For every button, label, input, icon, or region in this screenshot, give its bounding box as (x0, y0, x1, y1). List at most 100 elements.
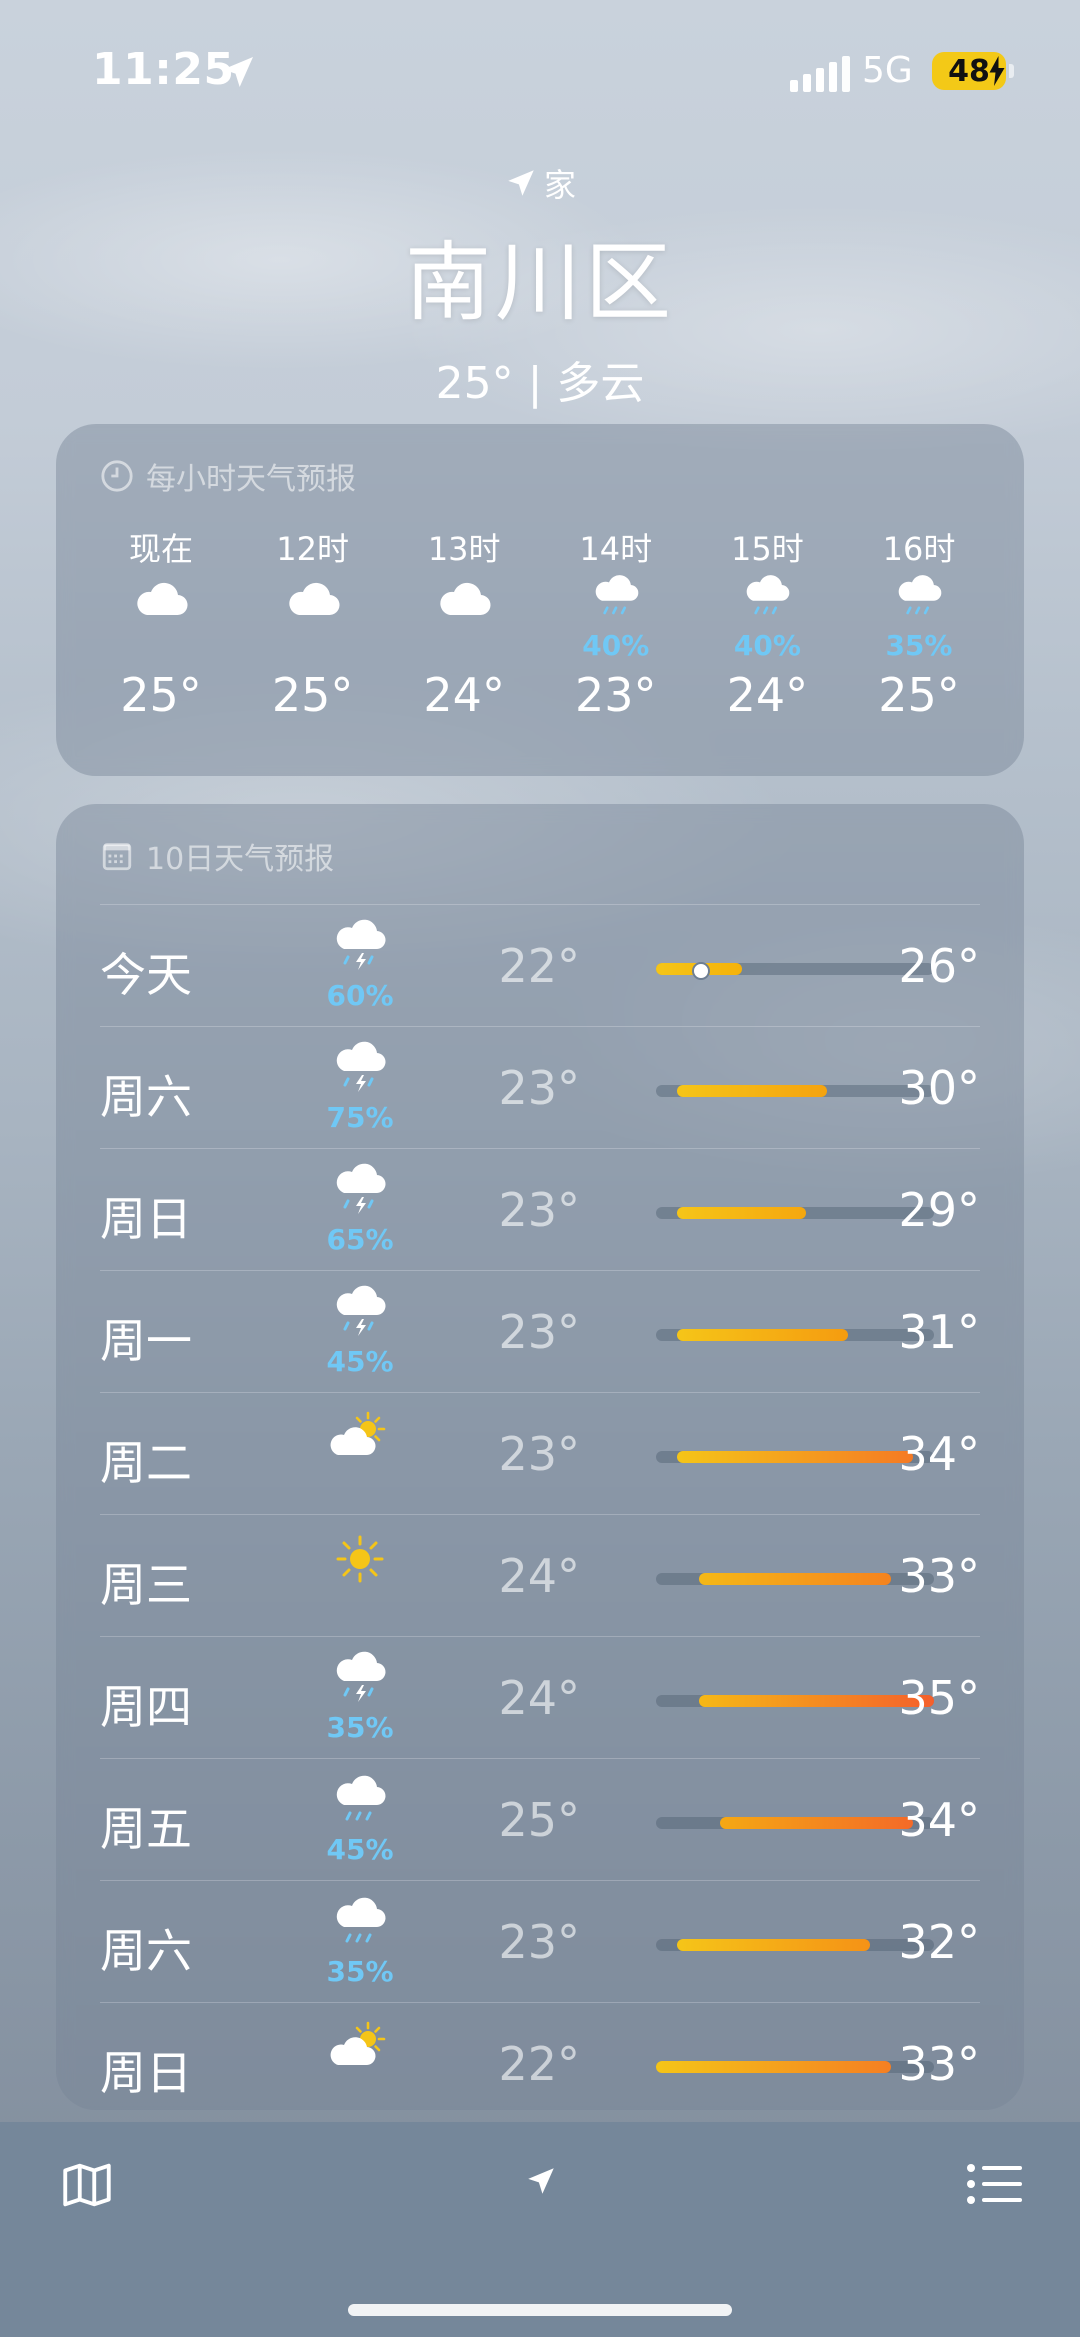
temp-range-fill (677, 1939, 870, 1951)
hour-label: 15时 (731, 530, 804, 568)
day-low-temp: 23° (498, 1061, 580, 1115)
hour-temp: 24° (423, 668, 505, 722)
hour-item: 13时 24° (389, 524, 539, 722)
hour-item: 现在 25° (86, 524, 236, 722)
day-high-temp: 26° (898, 939, 980, 993)
day-row[interactable]: 周二 23° 34° (100, 1392, 980, 1514)
day-row[interactable]: 周六 75% 23° 30° (100, 1026, 980, 1148)
day-high-temp: 34° (898, 1427, 980, 1481)
rain-icon (887, 571, 951, 631)
hour-label: 13时 (427, 530, 501, 568)
city-name: 南川区 (405, 233, 675, 333)
hour-temp: 24° (726, 668, 809, 722)
hour-label: 14时 (579, 530, 653, 568)
hourly-forecast-card[interactable]: 每小时天气预报 现在 25° 12时 25° 13时 24° 14时 40% 23° 1… (56, 424, 1024, 776)
temp-range-bar (656, 1329, 934, 1341)
temp-range-bar (656, 1573, 934, 1585)
day-name: 周日 (100, 2046, 192, 2100)
daily-title-text: 10日天气预报 (146, 842, 335, 877)
hour-item: 12时 25° (238, 524, 388, 722)
status-time: 11:25 (92, 44, 235, 95)
temp-range-bar (656, 1695, 934, 1707)
hour-label: 现在 (128, 530, 193, 568)
day-name: 周六 (100, 1070, 192, 1124)
hour-label: 12时 (276, 530, 349, 568)
day-row[interactable]: 周六 35% 23° 32° (100, 1880, 980, 2002)
day-low-temp: 23° (498, 1183, 580, 1237)
status-bar: 11:25 5G 48 (0, 0, 1080, 140)
day-row[interactable]: 周日 65% 23° 29° (100, 1148, 980, 1270)
day-low-temp: 24° (498, 1549, 580, 1603)
day-name: 周日 (100, 1192, 192, 1246)
location-arrow-icon (508, 170, 534, 196)
home-label: 家 (543, 166, 576, 204)
map-icon[interactable] (58, 2156, 116, 2214)
clock-icon (101, 460, 133, 492)
day-low-temp: 23° (498, 1305, 580, 1359)
day-high-temp: 31° (898, 1305, 980, 1359)
battery-tip (1009, 64, 1014, 78)
battery-icon: 48 (932, 52, 1006, 90)
temp-range-bar (656, 962, 934, 980)
day-low-temp: 23° (498, 1427, 580, 1481)
rain-icon (735, 571, 799, 631)
cloud-icon (432, 571, 496, 631)
hourly-title-text: 每小时天气预报 (146, 462, 356, 497)
day-row[interactable]: 周五 45% 25° 34° (100, 1758, 980, 1880)
day-high-temp: 33° (898, 1549, 980, 1603)
day-name: 周二 (100, 1436, 192, 1490)
temp-range-fill (720, 1817, 913, 1829)
location-services-icon (223, 57, 253, 87)
day-high-temp: 35° (898, 1671, 980, 1725)
hour-precip: 35% (885, 629, 953, 662)
day-row[interactable]: 周一 45% 23° 31° (100, 1270, 980, 1392)
day-name: 周一 (100, 1314, 192, 1368)
current-summary: 25° | 多云 (435, 358, 645, 409)
day-high-temp: 33° (898, 2037, 980, 2091)
day-row[interactable]: 周四 35% 24° 35° (100, 1636, 980, 1758)
day-row[interactable]: 周日 22° 33° (100, 2002, 980, 2124)
ten-day-forecast-card[interactable]: 10日天气预报 今天 60% 22° 26° 周六 75% 23° 30° 周日 6… (56, 804, 1024, 2110)
temp-range-bar (656, 1817, 934, 1829)
hour-temp: 25° (271, 668, 354, 722)
temp-range-fill (698, 1573, 892, 1585)
hourly-title: 每小时天气预报 (100, 454, 356, 498)
temp-range-bar (656, 1451, 934, 1463)
current-temp-dot (691, 962, 710, 980)
list-icon[interactable] (966, 2162, 1022, 2206)
day-low-temp: 24° (498, 1671, 580, 1725)
hour-item: 15时 40% 24° (692, 524, 842, 722)
home-indicator[interactable] (348, 2304, 732, 2316)
day-name: 周五 (100, 1802, 192, 1856)
hour-item: 14时 40% 23° (541, 524, 691, 722)
location-arrow-icon[interactable] (524, 2164, 558, 2198)
daily-title: 10日天气预报 (100, 834, 334, 878)
day-name: 周三 (100, 1558, 192, 1612)
day-row[interactable]: 今天 60% 22° 26° (100, 904, 980, 1026)
temp-range-fill (677, 1085, 828, 1097)
temp-range-bar (656, 1207, 934, 1219)
day-row[interactable]: 周三 24° 33° (100, 1514, 980, 1636)
day-low-temp: 25° (498, 1793, 580, 1847)
hour-label: 16时 (882, 530, 956, 568)
hour-precip: 40% (582, 629, 650, 662)
hour-temp: 23° (575, 668, 657, 722)
day-low-temp: 23° (498, 1915, 580, 1969)
daily-list: 今天 60% 22° 26°周六 75% 23° 30°周日 65% 23° (100, 904, 980, 2124)
day-low-temp: 22° (498, 939, 580, 993)
day-name: 今天 (100, 948, 192, 1002)
day-low-temp: 22° (498, 2037, 580, 2091)
temp-range-bar (656, 1085, 934, 1097)
day-high-temp: 34° (898, 1793, 980, 1847)
day-high-temp: 32° (898, 1915, 980, 1969)
location-header: 家 南川区 25° | 多云 (0, 160, 1080, 411)
hour-precip: 40% (733, 629, 801, 662)
temp-range-fill (677, 1329, 849, 1341)
charging-bolt-icon (989, 56, 1005, 86)
temp-range-bar (656, 1939, 934, 1951)
temp-range-fill (656, 2061, 892, 2073)
day-name: 周六 (100, 1924, 192, 1978)
cloud-icon (281, 571, 345, 631)
hourly-list: 现在 25° 12时 25° 13时 24° 14时 40% 23° 15时 40% (86, 524, 994, 722)
day-high-temp: 29° (898, 1183, 980, 1237)
